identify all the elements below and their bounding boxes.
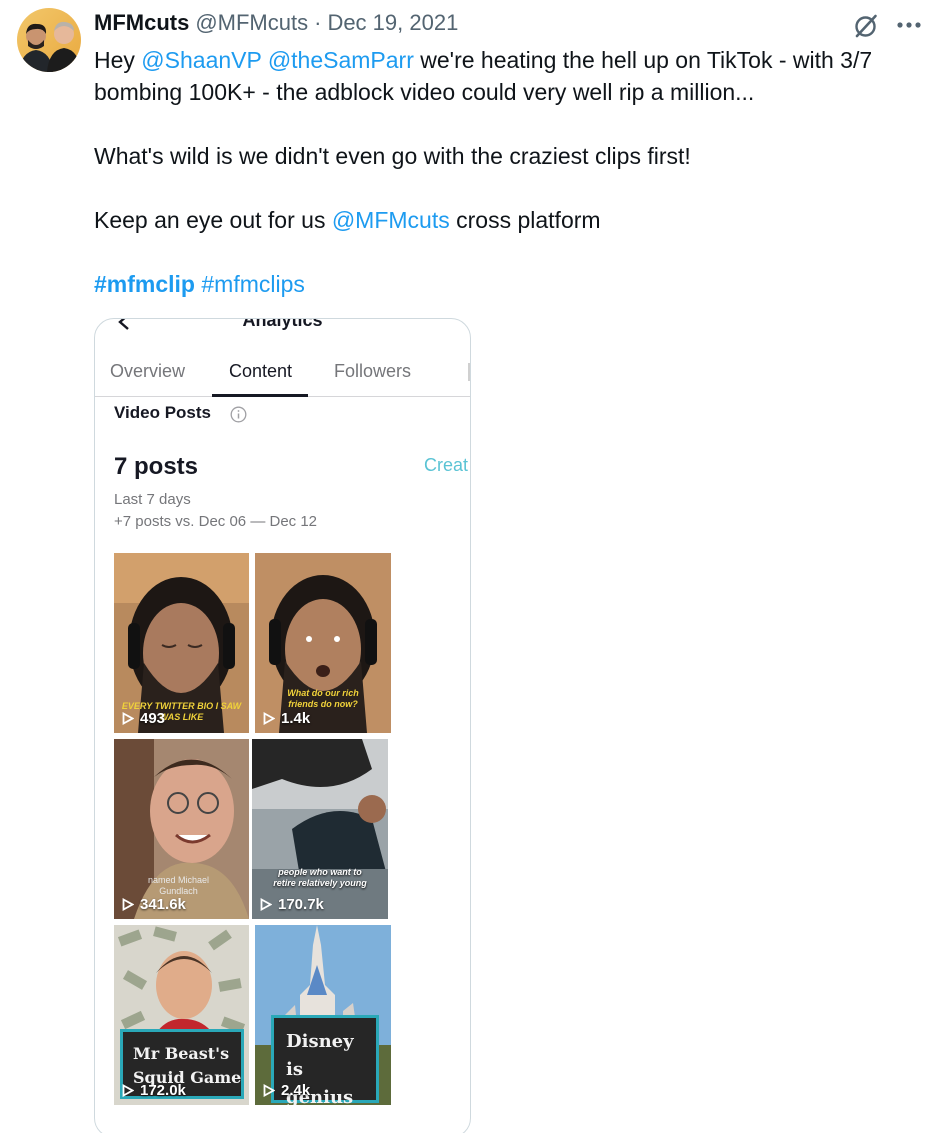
tweet-header: MFMcuts @MFMcuts · Dec 19, 2021 bbox=[94, 10, 458, 38]
play-icon bbox=[260, 898, 272, 911]
play-icon bbox=[122, 898, 134, 911]
mention-mfmcuts[interactable]: @MFMcuts bbox=[332, 207, 450, 233]
text-segment: cross platform bbox=[449, 207, 601, 233]
video-thumbnail: What do our rich friends do now? 1.4k bbox=[255, 553, 391, 733]
view-count: 493 bbox=[140, 710, 166, 727]
tweet-paragraph-3: Keep an eye out for us @MFMcuts cross pl… bbox=[94, 204, 924, 236]
tweet-hashtags: #mfmclip #mfmclips bbox=[94, 268, 924, 300]
display-name[interactable]: MFMcuts bbox=[94, 10, 189, 36]
video-thumbnail: people who want to retire relatively you… bbox=[252, 739, 388, 919]
play-icon bbox=[263, 712, 275, 725]
comparison-label: +7 posts vs. Dec 06 — Dec 12 bbox=[114, 513, 318, 530]
video-thumbnail: EVERY TWITTER BIO I SAW WAS LIKE 493 bbox=[114, 553, 249, 733]
user-handle[interactable]: @MFMcuts bbox=[195, 10, 308, 35]
video-still-4 bbox=[252, 739, 388, 919]
meta-separator: · bbox=[314, 10, 322, 35]
video-views: 2.4k bbox=[263, 1082, 310, 1099]
tweet-text: Hey @ShaanVP @theSamParr we're heating t… bbox=[94, 44, 924, 300]
view-count: 341.6k bbox=[140, 896, 186, 913]
grok-icon[interactable] bbox=[853, 13, 879, 39]
tab-content: Content bbox=[229, 361, 293, 381]
video-views: 1.4k bbox=[263, 710, 310, 727]
posts-count: 7 posts bbox=[114, 453, 199, 480]
mention-shaanvp[interactable]: @ShaanVP bbox=[141, 47, 261, 73]
view-count: 170.7k bbox=[278, 896, 324, 913]
tab-overflow-edge bbox=[468, 363, 470, 381]
info-icon bbox=[230, 406, 247, 423]
play-icon bbox=[263, 1084, 275, 1097]
text-segment: Hey bbox=[94, 47, 142, 73]
video-thumbnail: Mr Beast's Squid Game 172.0k bbox=[114, 925, 249, 1105]
tweet-paragraph-1: Hey @ShaanVP @theSamParr we're heating t… bbox=[94, 44, 924, 108]
video-views: 341.6k bbox=[122, 896, 186, 913]
more-horizontal-icon[interactable] bbox=[896, 20, 922, 30]
tab-followers: Followers bbox=[334, 361, 412, 381]
video-caption: named Michael Gundlach bbox=[147, 875, 210, 896]
view-count: 172.0k bbox=[140, 1082, 186, 1099]
video-caption: people who want to retire relatively you… bbox=[273, 867, 367, 888]
active-tab-indicator bbox=[212, 394, 308, 397]
video-thumbnail: Disney is genius 2.4k bbox=[255, 925, 391, 1105]
analytics-title: Analytics bbox=[242, 318, 323, 330]
view-count: 2.4k bbox=[281, 1082, 311, 1099]
tweet-paragraph-2: What's wild is we didn't even go with th… bbox=[94, 143, 691, 169]
tweet-meta: @MFMcuts · Dec 19, 2021 bbox=[195, 10, 458, 36]
avatar[interactable] bbox=[17, 8, 81, 72]
view-count: 1.4k bbox=[281, 710, 311, 727]
create-link: Creat bbox=[424, 455, 469, 475]
video-views: 170.7k bbox=[260, 896, 324, 913]
video-views: 172.0k bbox=[122, 1082, 186, 1099]
play-icon bbox=[122, 712, 134, 725]
video-caption: What do our rich friends do now? bbox=[287, 688, 359, 709]
analytics-tabs: Overview Content Followers bbox=[95, 355, 470, 397]
mention-thesamparr[interactable]: @theSamParr bbox=[268, 47, 414, 73]
tweet-date[interactable]: Dec 19, 2021 bbox=[327, 10, 458, 35]
video-views: 493 bbox=[122, 710, 165, 727]
tweet-media-image[interactable]: Analytics Overview Content Followers Vid… bbox=[94, 318, 471, 1133]
hashtag-mfmclip[interactable]: #mfmclip bbox=[94, 271, 195, 297]
avatar-person-right bbox=[47, 21, 81, 72]
hashtag-mfmclips[interactable]: #mfmclips bbox=[201, 271, 305, 297]
section-label: Video Posts bbox=[114, 403, 211, 422]
video-thumbnail: named Michael Gundlach 341.6k bbox=[114, 739, 249, 919]
tab-overview: Overview bbox=[110, 361, 186, 381]
period-label: Last 7 days bbox=[114, 491, 191, 508]
text-segment: Keep an eye out for us bbox=[94, 207, 332, 233]
play-icon bbox=[122, 1084, 134, 1097]
tweet: MFMcuts @MFMcuts · Dec 19, 2021 Hey @Shaan… bbox=[0, 0, 933, 1133]
